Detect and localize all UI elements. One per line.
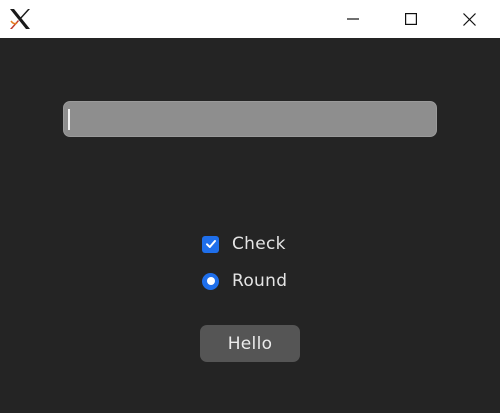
text-input[interactable]	[63, 101, 437, 137]
close-button[interactable]	[440, 0, 498, 38]
hello-button[interactable]: Hello	[200, 325, 300, 362]
maximize-button[interactable]	[382, 0, 440, 38]
text-caret	[68, 109, 70, 130]
maximize-icon	[405, 13, 417, 25]
check-option[interactable]: Check	[202, 233, 286, 255]
round-option[interactable]: Round	[202, 270, 287, 292]
x-window-logo-icon	[10, 9, 30, 29]
app-window: Check Round Hello	[0, 0, 500, 413]
title-bar[interactable]	[0, 0, 500, 38]
radio-button[interactable]	[202, 272, 219, 290]
checkbox[interactable]	[202, 235, 219, 253]
window-content: Check Round Hello	[0, 38, 500, 413]
checkbox-label: Check	[232, 234, 286, 254]
minimize-icon	[347, 18, 359, 20]
radio-dot	[206, 277, 215, 285]
checkmark-icon	[205, 240, 216, 248]
close-icon	[462, 12, 476, 26]
radio-label: Round	[232, 271, 288, 291]
minimize-button[interactable]	[324, 0, 382, 38]
